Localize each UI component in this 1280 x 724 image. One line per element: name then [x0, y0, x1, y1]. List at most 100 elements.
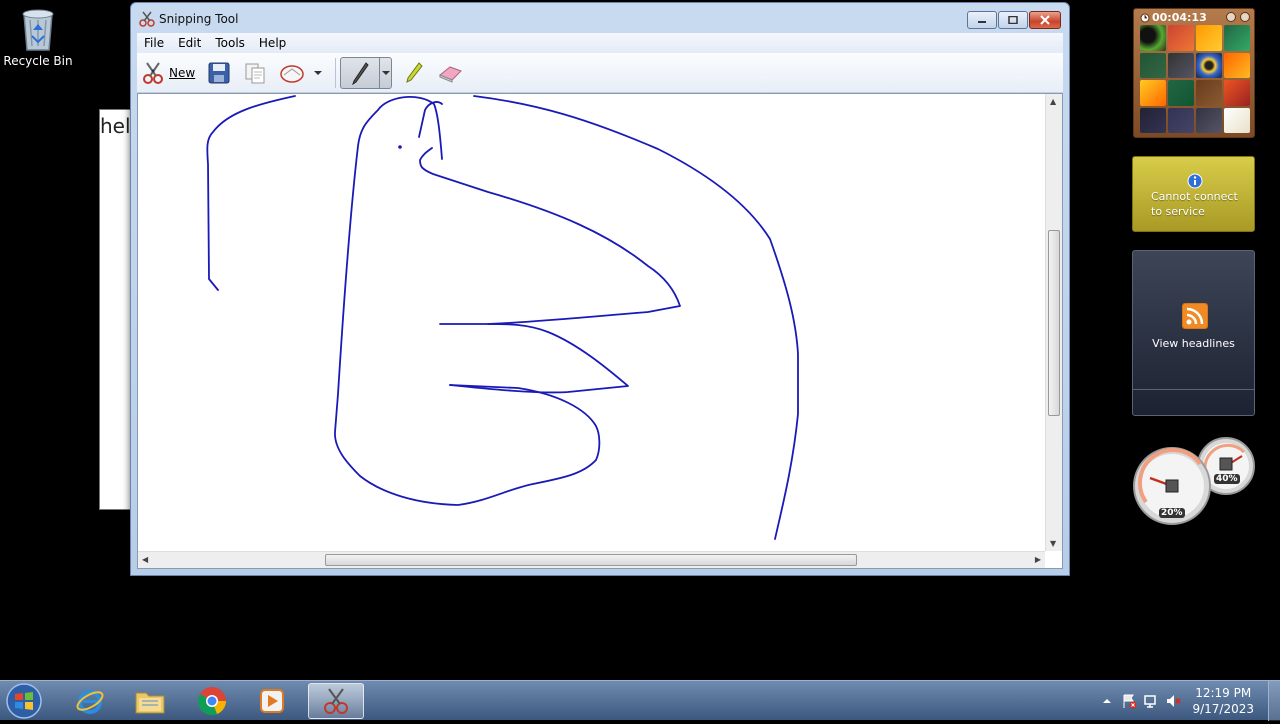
pen-icon	[352, 61, 369, 85]
puzzle-tile[interactable]	[1140, 25, 1166, 51]
help-icon[interactable]	[1226, 12, 1236, 22]
puzzle-tile[interactable]	[1224, 52, 1250, 78]
info-icon	[1187, 173, 1203, 189]
vertical-scrollbar[interactable]: ▲ ▼	[1045, 94, 1062, 551]
copy-icon	[245, 63, 265, 83]
highlighter-button[interactable]	[398, 58, 428, 88]
puzzle-tile[interactable]	[1140, 80, 1166, 106]
show-desktop-button[interactable]	[1268, 681, 1280, 721]
send-snip-button[interactable]	[275, 58, 327, 88]
puzzle-tile[interactable]	[1196, 80, 1222, 106]
horizontal-scrollbar[interactable]: ◀ ▶	[138, 551, 1045, 568]
rss-feed-icon	[1182, 303, 1208, 329]
internet-explorer-icon	[76, 690, 104, 714]
scissors-icon	[324, 688, 348, 714]
recycle-bin-icon	[22, 9, 54, 51]
save-button[interactable]	[203, 58, 235, 88]
close-button[interactable]	[1029, 11, 1061, 29]
scroll-left-icon[interactable]: ◀	[142, 555, 148, 564]
pen-tool-button[interactable]	[340, 56, 393, 89]
scroll-up-icon[interactable]: ▲	[1050, 97, 1056, 106]
puzzle-tile[interactable]	[1168, 52, 1194, 78]
pen-dropdown[interactable]	[379, 57, 391, 88]
ink-drawing[interactable]	[138, 94, 1054, 554]
flag-icon	[1123, 694, 1137, 709]
chevron-down-icon	[381, 70, 390, 75]
weather-message: Cannot connect to service	[1151, 189, 1238, 219]
cpu-meter-gadget[interactable]: 20% 40%	[1130, 434, 1260, 528]
menu-help[interactable]: Help	[252, 36, 293, 50]
send-snip-icon	[280, 64, 304, 83]
title-bar[interactable]: Snipping Tool	[131, 3, 1069, 33]
toolbar-separator	[335, 57, 337, 88]
network-icon[interactable]	[1140, 693, 1162, 709]
pen-main[interactable]	[341, 58, 379, 88]
eraser-button[interactable]	[432, 58, 468, 88]
snipping-tool-window[interactable]: Snipping Tool File Edit Tools Help New ▲…	[130, 2, 1070, 576]
maximize-button[interactable]	[998, 11, 1028, 29]
recycle-bin-label: Recycle Bin	[3, 54, 73, 68]
start-button[interactable]	[4, 681, 44, 721]
window-title: Snipping Tool	[159, 12, 239, 26]
maximize-icon	[1008, 16, 1018, 24]
menu-tools[interactable]: Tools	[208, 36, 252, 50]
save-icon	[208, 62, 230, 83]
view-headlines-link[interactable]: View headlines	[1133, 337, 1254, 350]
weather-gadget[interactable]: Cannot connect to service	[1132, 156, 1255, 232]
puzzle-tile[interactable]	[1168, 80, 1194, 106]
copy-button[interactable]	[239, 58, 271, 88]
vertical-scroll-thumb[interactable]	[1048, 230, 1060, 416]
switch-picture-icon[interactable]	[1240, 12, 1250, 22]
toolbar: New	[137, 53, 1063, 93]
ink-dot	[398, 145, 402, 149]
system-tray: 12:19 PM 9/17/2023	[1096, 681, 1280, 721]
puzzle-tile[interactable]	[1196, 107, 1222, 133]
minimize-icon	[978, 21, 986, 23]
weather-message-line2: to service	[1151, 205, 1205, 218]
ink-stroke	[473, 95, 799, 540]
chevron-down-icon[interactable]	[313, 68, 323, 78]
taskbar-windows-explorer[interactable]	[122, 683, 178, 719]
taskbar-internet-explorer[interactable]	[62, 683, 118, 719]
menu-edit[interactable]: Edit	[171, 36, 208, 50]
background-window-text: hel	[100, 114, 131, 138]
volume-icon[interactable]	[1162, 693, 1184, 709]
highlighter-icon	[406, 61, 423, 83]
puzzle-tile[interactable]	[1168, 25, 1194, 51]
minimize-button[interactable]	[967, 11, 997, 29]
action-center-icon[interactable]	[1118, 693, 1140, 709]
menu-bar: File Edit Tools Help	[137, 33, 1063, 53]
ink-stroke	[206, 95, 296, 291]
weather-message-line1: Cannot connect	[1151, 190, 1238, 203]
cpu-usage-value: 20%	[1159, 508, 1185, 518]
scroll-down-icon[interactable]: ▼	[1050, 539, 1056, 548]
media-player-icon	[260, 689, 284, 713]
taskbar-media-player[interactable]	[244, 683, 300, 719]
puzzle-tile[interactable]	[1224, 80, 1250, 106]
show-hidden-icons-button[interactable]	[1096, 697, 1118, 705]
new-snip-icon	[143, 61, 163, 84]
puzzle-tile[interactable]	[1140, 107, 1166, 133]
puzzle-tile[interactable]	[1224, 25, 1250, 51]
new-snip-button[interactable]: New	[137, 58, 199, 88]
recycle-bin-shortcut[interactable]: Recycle Bin	[2, 6, 74, 68]
puzzle-grid	[1140, 25, 1250, 133]
picture-puzzle-gadget[interactable]: 00:04:13	[1133, 8, 1255, 138]
clock-icon	[1140, 13, 1150, 23]
horizontal-scroll-thumb[interactable]	[325, 554, 857, 566]
puzzle-tile[interactable]	[1168, 107, 1194, 133]
taskbar-snipping-tool[interactable]	[308, 683, 364, 719]
feed-headlines-gadget[interactable]: View headlines	[1132, 250, 1255, 416]
puzzle-tile[interactable]	[1140, 52, 1166, 78]
feed-divider	[1133, 389, 1254, 390]
puzzle-tile[interactable]	[1224, 107, 1250, 133]
clock-time: 12:19 PM	[1195, 686, 1252, 700]
puzzle-tile[interactable]	[1196, 25, 1222, 51]
speaker-muted-icon	[1167, 695, 1182, 707]
scroll-right-icon[interactable]: ▶	[1035, 555, 1041, 564]
taskbar-clock[interactable]: 12:19 PM 9/17/2023	[1192, 685, 1254, 717]
snip-canvas[interactable]: ▲ ▼ ◀ ▶	[137, 93, 1063, 569]
taskbar-google-chrome[interactable]	[184, 683, 240, 719]
menu-file[interactable]: File	[137, 36, 171, 50]
puzzle-tile[interactable]	[1196, 52, 1222, 78]
